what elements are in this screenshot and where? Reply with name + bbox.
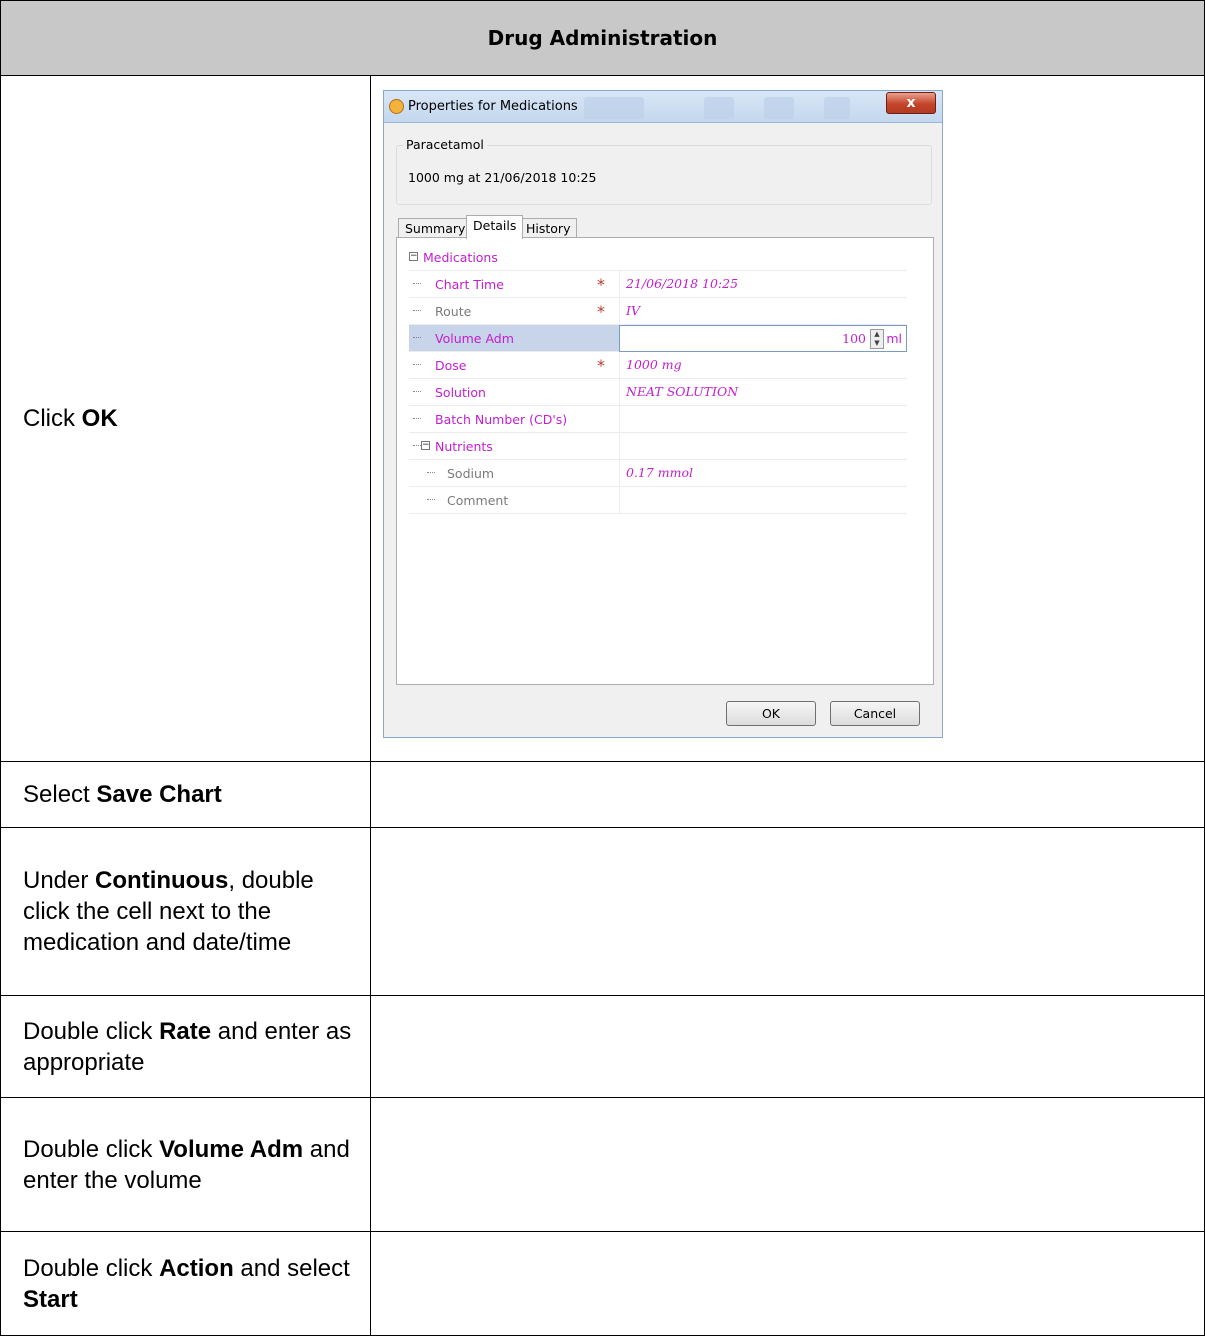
step-continuous: Under Continuous, double click the cell … bbox=[0, 827, 371, 996]
empty-cell bbox=[369, 1097, 1205, 1232]
tree-row-dose[interactable]: Dose * 1000 mg bbox=[409, 352, 907, 379]
required-icon: * bbox=[597, 356, 605, 375]
dialog-title: Properties for Medications bbox=[408, 99, 578, 114]
app-icon bbox=[389, 99, 404, 114]
properties-dialog: Properties for Medications x Paracetamol… bbox=[383, 90, 943, 738]
empty-cell bbox=[369, 827, 1205, 996]
property-tree: − Medications Chart Time * 21/06/2018 10… bbox=[409, 244, 907, 514]
step-rate: Double click Rate and enter as appropria… bbox=[0, 995, 371, 1098]
background-window-ghost bbox=[584, 97, 644, 119]
tree-row-chart-time[interactable]: Chart Time * 21/06/2018 10:25 bbox=[409, 271, 907, 298]
tree-row-comment[interactable]: Comment bbox=[409, 487, 907, 514]
ok-button[interactable]: OK bbox=[726, 701, 816, 726]
tab-history[interactable]: History bbox=[519, 218, 578, 238]
drug-name: Paracetamol bbox=[403, 137, 487, 152]
dialog-screenshot-cell: Properties for Medications x Paracetamol… bbox=[369, 75, 1205, 762]
required-icon: * bbox=[597, 275, 605, 294]
tree-row-solution[interactable]: Solution NEAT SOLUTION bbox=[409, 379, 907, 406]
background-window-ghost bbox=[824, 97, 850, 119]
step-click-ok: Click OK bbox=[0, 75, 371, 762]
empty-cell bbox=[369, 761, 1205, 828]
spinner-icon[interactable]: ▲ ▼ bbox=[870, 329, 884, 349]
tree-row-batch-number[interactable]: Batch Number (CD's) bbox=[409, 406, 907, 433]
tab-summary[interactable]: Summary bbox=[398, 218, 473, 238]
volume-adm-input[interactable]: 100 ▲ ▼ ml bbox=[619, 325, 907, 352]
cancel-button[interactable]: Cancel bbox=[830, 701, 920, 726]
collapse-icon[interactable]: − bbox=[409, 252, 418, 261]
step-volume-adm: Double click Volume Adm and enter the vo… bbox=[0, 1097, 371, 1232]
empty-cell bbox=[369, 1231, 1205, 1336]
drug-info-box: Paracetamol 1000 mg at 21/06/2018 10:25 bbox=[396, 137, 932, 205]
step-save-chart: Select Save Chart bbox=[0, 761, 371, 828]
drug-detail: 1000 mg at 21/06/2018 10:25 bbox=[408, 170, 597, 185]
close-button[interactable]: x bbox=[886, 92, 936, 114]
background-window-ghost bbox=[764, 97, 794, 119]
step-action: Double click Action and select Start bbox=[0, 1231, 371, 1336]
tree-row-route[interactable]: Route * IV bbox=[409, 298, 907, 325]
details-panel: − Medications Chart Time * 21/06/2018 10… bbox=[396, 237, 934, 685]
tab-details[interactable]: Details bbox=[466, 215, 524, 239]
tree-row-volume-adm[interactable]: Volume Adm 100 ▲ ▼ ml bbox=[409, 325, 907, 352]
empty-cell bbox=[369, 995, 1205, 1098]
tree-group-nutrients[interactable]: − Nutrients bbox=[409, 433, 907, 460]
instruction-table: Drug Administration Click OK Properties … bbox=[0, 0, 1205, 1336]
required-icon: * bbox=[597, 302, 605, 321]
dialog-titlebar: Properties for Medications x bbox=[384, 91, 942, 123]
table-header: Drug Administration bbox=[0, 0, 1205, 76]
collapse-icon[interactable]: − bbox=[421, 441, 430, 450]
tree-row-sodium[interactable]: Sodium 0.17 mmol bbox=[409, 460, 907, 487]
tree-group-medications[interactable]: − Medications bbox=[409, 244, 907, 271]
background-window-ghost bbox=[704, 97, 734, 119]
